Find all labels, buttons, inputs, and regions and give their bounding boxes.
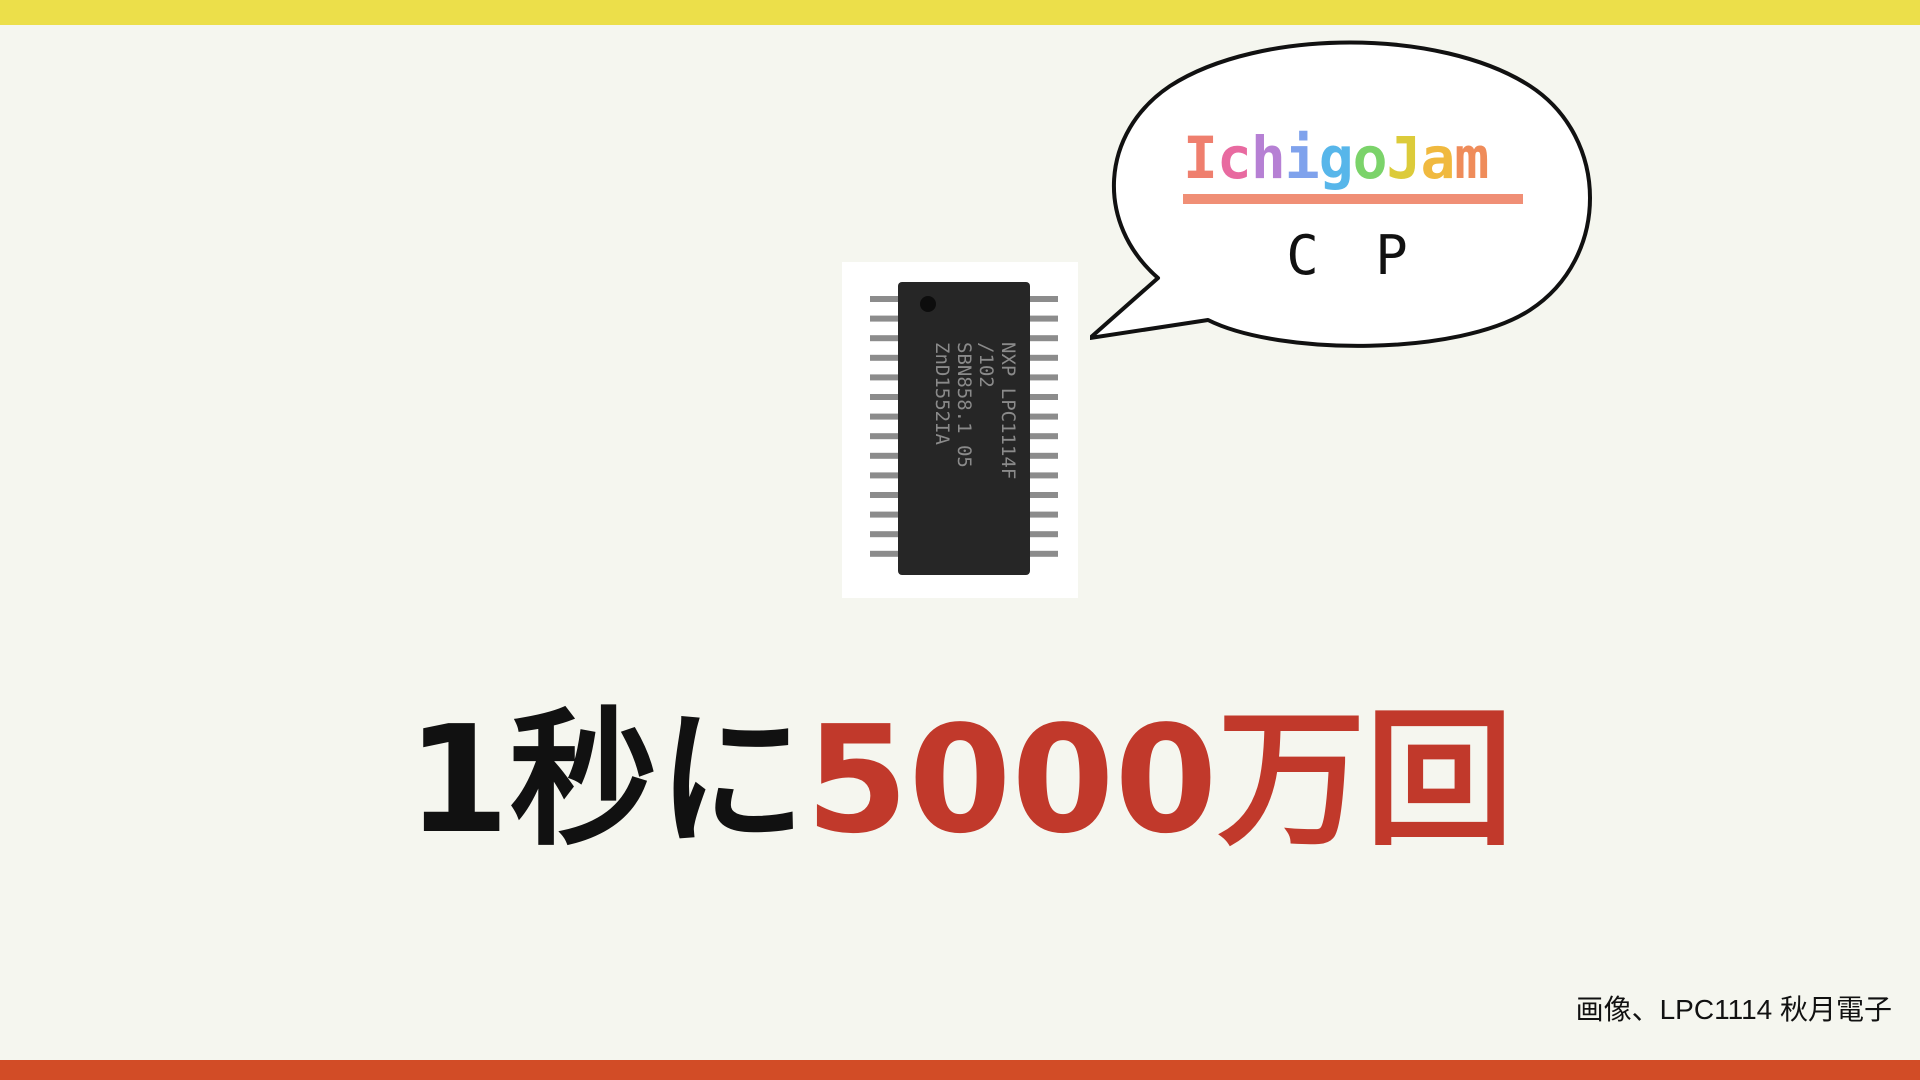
chip-pin bbox=[1028, 550, 1058, 557]
chip-pin bbox=[1028, 492, 1058, 498]
logo-letter: I bbox=[1183, 124, 1218, 192]
chip-photo: NXP LPC1114F /102 SBN858.1 05 ZnD1552IA bbox=[842, 262, 1078, 598]
chip-pin bbox=[1028, 394, 1058, 400]
chip-pin bbox=[1028, 374, 1058, 381]
chip-pin bbox=[1028, 433, 1058, 440]
logo-letter: m bbox=[1454, 124, 1489, 192]
chip-pin bbox=[870, 394, 900, 400]
chip-pin bbox=[870, 531, 900, 538]
headline-black-part: 1秒に bbox=[406, 694, 806, 866]
image-credit: 画像、LPC1114 秋月電子 bbox=[1575, 994, 1892, 1025]
chip-marking-line-1: NXP LPC1114F bbox=[997, 342, 1019, 479]
bottom-accent-bar bbox=[0, 1060, 1920, 1080]
chip-pin bbox=[870, 550, 900, 557]
chip-pins-right bbox=[1028, 296, 1058, 557]
logo-letter: a bbox=[1420, 124, 1455, 192]
headline: 1秒に5000万回 bbox=[0, 700, 1920, 860]
chip-pin bbox=[1028, 472, 1058, 479]
ichigojam-logo-word: IchigoJam bbox=[1183, 124, 1523, 192]
pin1-marker-dot bbox=[920, 296, 936, 312]
chip-pin bbox=[1028, 296, 1058, 302]
chip-pins-left bbox=[870, 296, 900, 557]
chip-pin bbox=[1028, 413, 1058, 420]
chip-pin bbox=[1028, 531, 1058, 538]
chip-pin bbox=[870, 452, 900, 459]
chip-marking-line-4: ZnD1552IA bbox=[931, 342, 953, 446]
logo-letter: o bbox=[1352, 124, 1388, 192]
top-accent-bar bbox=[0, 0, 1920, 25]
chip-pin bbox=[870, 296, 900, 302]
chip-pin bbox=[1028, 452, 1058, 459]
chip-pin bbox=[1028, 335, 1058, 342]
headline-red-part: 5000万回 bbox=[805, 694, 1514, 866]
ichigojam-logo: IchigoJam bbox=[1183, 124, 1523, 204]
chip-pin bbox=[870, 511, 900, 518]
chip-pin bbox=[870, 472, 900, 479]
ichigojam-logo-underline bbox=[1183, 194, 1523, 204]
logo-letter: J bbox=[1386, 124, 1422, 192]
logo-letter: h bbox=[1250, 124, 1286, 192]
chip-marking-line-3: SBN858.1 05 bbox=[953, 342, 975, 468]
logo-letter: i bbox=[1284, 124, 1320, 192]
chip-pin bbox=[870, 354, 900, 361]
chip-marking-line-2: /102 bbox=[975, 342, 997, 388]
logo-letter: g bbox=[1318, 124, 1354, 192]
chip-pin bbox=[870, 492, 900, 498]
chip-pin bbox=[870, 374, 900, 381]
chip-pin bbox=[870, 335, 900, 342]
microcontroller-chip-image: NXP LPC1114F /102 SBN858.1 05 ZnD1552IA bbox=[870, 282, 1058, 575]
chip-pin bbox=[1028, 354, 1058, 361]
bubble-text-cp: C P bbox=[1286, 224, 1420, 287]
chip-pin bbox=[1028, 511, 1058, 518]
chip-pin bbox=[1028, 315, 1058, 322]
chip-pin bbox=[870, 433, 900, 440]
chip-pin bbox=[870, 315, 900, 322]
chip-pin bbox=[870, 413, 900, 420]
logo-letter: c bbox=[1216, 124, 1252, 192]
